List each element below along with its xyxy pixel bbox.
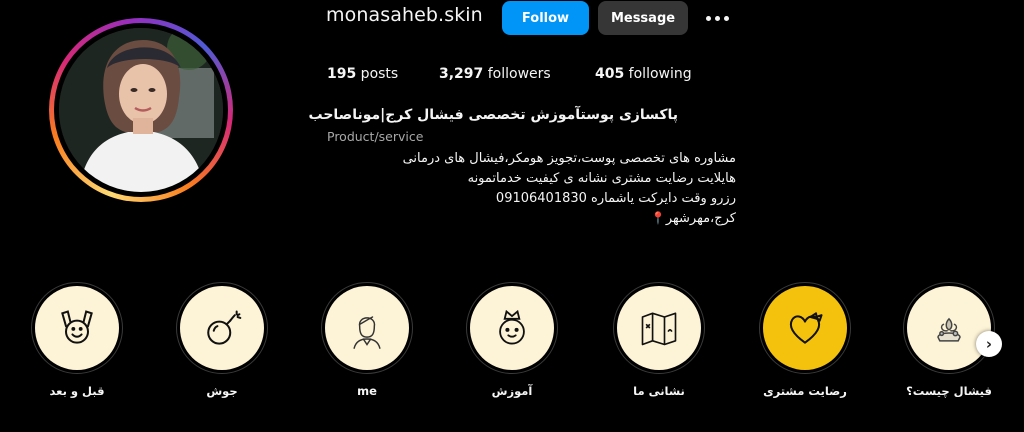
avatar-image — [59, 28, 223, 192]
highlight-label: جوش — [206, 384, 238, 398]
more-options-icon[interactable] — [702, 6, 732, 30]
bomb-icon — [207, 310, 242, 345]
highlight-me[interactable]: me — [320, 282, 414, 398]
map-icon — [641, 312, 677, 346]
highlight-acne[interactable]: جوش — [175, 282, 269, 398]
highlight-label: فیشال چیست؟ — [906, 384, 992, 398]
profile-username: monasaheb.skin — [326, 4, 483, 26]
highlight-label: قبل و بعد — [49, 384, 105, 398]
highlight-label: آموزش — [491, 384, 533, 398]
follow-button[interactable]: Follow — [502, 1, 589, 35]
highlight-address[interactable]: نشانی ما — [612, 282, 706, 398]
highlight-before-after[interactable]: قبل و بعد — [30, 282, 124, 398]
spa-products-icon — [937, 317, 961, 342]
posts-count: 195 posts — [327, 66, 398, 82]
highlight-customer-satisfaction[interactable]: رضایت مشتری — [758, 282, 852, 398]
followers-number: 3,297 — [439, 66, 484, 82]
highlight-label: رضایت مشتری — [763, 384, 847, 398]
location-pin-icon: 📍 — [650, 211, 666, 225]
bio-full-name: پاکسازی پوستآموزش تخصصی فیشال کرج|موناصا… — [308, 107, 678, 123]
highlight-label: me — [357, 384, 377, 398]
highlight-training[interactable]: آموزش — [465, 282, 559, 398]
crowned-face-icon — [499, 309, 525, 345]
highlight-label: نشانی ما — [633, 384, 685, 398]
bio-category: Product/service — [327, 129, 424, 144]
bio-location-text: کرج،مهرشهر — [665, 211, 736, 226]
woman-portrait-icon — [353, 316, 381, 349]
posts-label: posts — [356, 66, 399, 82]
happy-face-icon — [61, 310, 93, 344]
bio-location-line: کرج،مهرشهر📍 — [316, 211, 736, 226]
profile-avatar[interactable] — [49, 18, 233, 202]
heart-bow-icon — [789, 312, 823, 344]
following-label: following — [624, 66, 692, 82]
bio-line: هایلایت رضایت مشتری نشانه ی کیفیت خدماتم… — [467, 171, 736, 186]
bio-line: مشاوره های تخصصی پوست،تجویز هومکر،فیشال … — [402, 151, 736, 166]
followers-label: followers — [483, 66, 551, 82]
avatar-photo — [59, 28, 223, 192]
bio-line: رزرو وقت دایرکت یاشماره 09106401830 — [495, 191, 736, 206]
following-number: 405 — [595, 66, 625, 82]
followers-link[interactable]: 3,297 followers — [439, 66, 551, 82]
highlights-next-arrow-icon[interactable]: › — [976, 331, 1002, 357]
message-button[interactable]: Message — [598, 1, 688, 35]
following-link[interactable]: 405 following — [595, 66, 692, 82]
posts-number: 195 — [327, 66, 357, 82]
